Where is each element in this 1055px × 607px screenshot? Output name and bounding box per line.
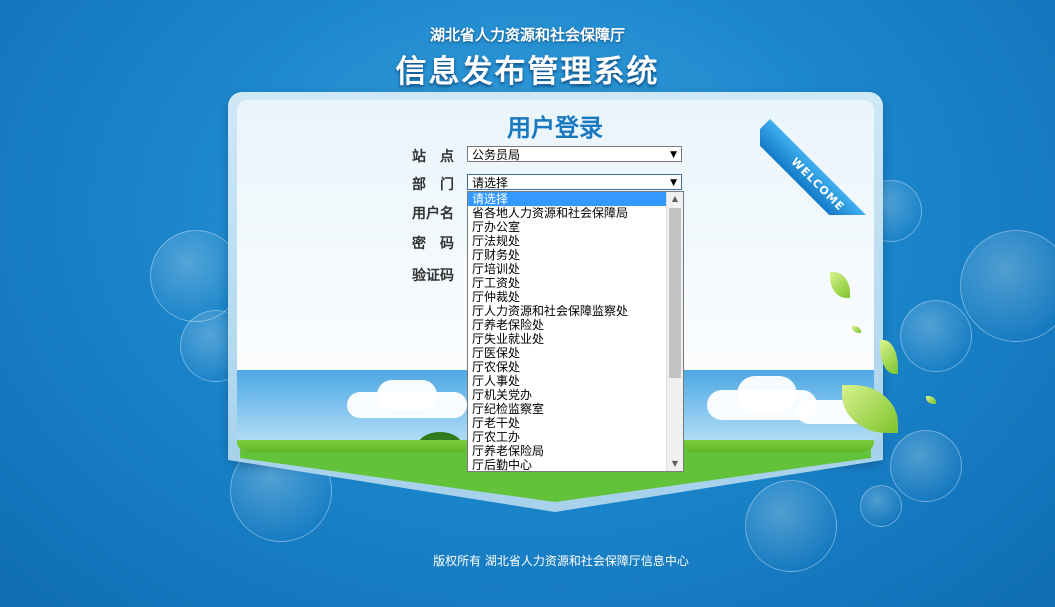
dept-option[interactable]: 厅养老保险处 [468,318,667,332]
dept-option[interactable]: 厅农保处 [468,360,667,374]
site-select[interactable]: 公务员局 ▼ [467,146,682,162]
decor-bubble [900,300,972,372]
decor-bubble [960,230,1055,342]
scroll-down-icon[interactable]: ▼ [667,457,683,471]
cloud [737,376,797,412]
site-label: 站 点 [412,149,454,165]
system-title: 信息发布管理系统 [395,54,660,90]
dept-label: 部 门 [412,177,454,193]
dept-option[interactable]: 厅老干处 [468,416,667,430]
captcha-label: 验证码 [412,268,454,284]
dept-option[interactable]: 厅仲裁处 [468,290,667,304]
scroll-up-icon[interactable]: ▲ [667,192,683,206]
dept-option[interactable]: 请选择 [468,192,667,206]
dept-option[interactable]: 厅培训处 [468,262,667,276]
dept-options: 请选择 省各地人力资源和社会保障局 厅办公室 厅法规处 厅财务处 厅培训处 厅工资处 厅仲裁处… [468,192,667,471]
dept-option[interactable]: 厅法规处 [468,234,667,248]
dept-option[interactable]: 厅机关党办 [468,388,667,402]
dept-select-value: 请选择 [472,176,509,190]
scrollbar[interactable]: ▲ ▼ [666,192,683,471]
dept-option[interactable]: 厅医保处 [468,346,667,360]
scroll-thumb[interactable] [669,208,681,378]
org-title: 湖北省人力资源和社会保障厅 [429,26,625,44]
dept-option[interactable]: 厅养老保险局 [468,444,667,458]
dept-option[interactable]: 厅办公室 [468,220,667,234]
username-label: 用户名 [412,206,454,222]
dept-option[interactable]: 厅农工办 [468,430,667,444]
decor-bubble [890,430,962,502]
dept-option[interactable]: 厅工资处 [468,276,667,290]
dept-option[interactable]: 厅人事处 [468,374,667,388]
password-label: 密 码 [412,236,454,252]
leaf-decoration [926,396,936,404]
dept-option[interactable]: 厅后勤中心 [468,458,667,471]
cloud [377,380,437,410]
login-title: 用户登录 [507,114,603,142]
chevron-down-icon[interactable]: ▼ [670,147,677,163]
site-select-value: 公务员局 [472,148,521,162]
dept-option[interactable]: 厅财务处 [468,248,667,262]
dept-option[interactable]: 厅纪检监察室 [468,402,667,416]
dept-option[interactable]: 厅失业就业处 [468,332,667,346]
dept-select[interactable]: 请选择 ▼ [467,174,682,190]
copyright: 版权所有 湖北省人力资源和社会保障厅信息中心 [433,554,689,568]
dept-dropdown-list[interactable]: 请选择 省各地人力资源和社会保障局 厅办公室 厅法规处 厅财务处 厅培训处 厅工资处 厅仲裁处… [467,191,684,472]
chevron-down-icon[interactable]: ▼ [670,175,677,191]
dept-option[interactable]: 省各地人力资源和社会保障局 [468,206,667,220]
dept-option[interactable]: 厅人力资源和社会保障监察处 [468,304,667,318]
